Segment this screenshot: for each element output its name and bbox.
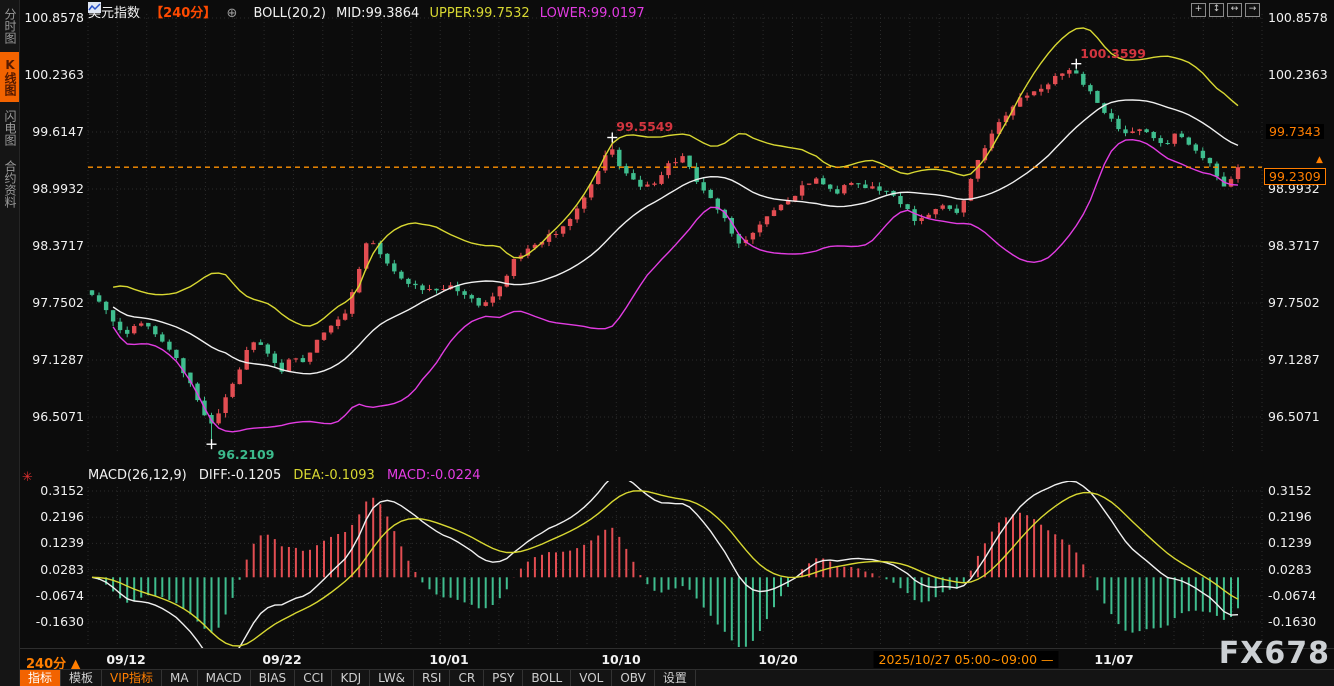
tab-8-LW&[interactable]: LW&	[370, 670, 414, 686]
indicator-tabbar: 指标模板VIP指标MAMACDBIASCCIKDJLW&RSICRPSYBOLL…	[20, 669, 1334, 686]
x-axis-date-label: 10/01	[429, 652, 468, 667]
sidebar-item-0[interactable]: 分时图	[0, 2, 19, 50]
macd-title: MACD(26,12,9)	[88, 468, 187, 483]
low-price-annotation: 96.2109	[218, 447, 275, 462]
x-axis-zoom-icon[interactable]: ↔	[1227, 3, 1242, 17]
crosshair-move-icon[interactable]: +	[1191, 3, 1206, 17]
price-axis-label-left: 98.9932	[20, 181, 84, 196]
macd-macd-value: MACD:-0.0224	[387, 468, 481, 483]
macd-axis-label-left: -0.0674	[20, 588, 84, 603]
price-up-arrow-icon: ▲	[1316, 155, 1323, 165]
tab-11-PSY[interactable]: PSY	[484, 670, 523, 686]
macd-axis-label-right: -0.1630	[1268, 614, 1334, 629]
add-indicator-icon[interactable]: ⊕	[226, 6, 237, 21]
sidebar-item-2[interactable]: 闪电图	[0, 104, 19, 152]
price-axis-label-right: 100.2363	[1268, 67, 1334, 82]
price-axis-label-right: 96.5071	[1268, 409, 1334, 424]
x-axis-date-label: 10/20	[758, 652, 797, 667]
x-axis-date-label: 09/22	[262, 652, 301, 667]
x-axis-highlight-label: 2025/10/27 05:00~09:00 —	[873, 651, 1058, 668]
y-axis-zoom-icon[interactable]: ↕	[1209, 3, 1224, 17]
tab-9-RSI[interactable]: RSI	[414, 670, 451, 686]
macd-axis-label-right: 0.0283	[1268, 562, 1334, 577]
tab-7-KDJ[interactable]: KDJ	[332, 670, 370, 686]
pan-latest-icon[interactable]: →	[1245, 3, 1260, 17]
macd-axis-label-left: 0.1239	[20, 535, 84, 550]
period-label: 【240分】	[150, 6, 216, 21]
tab-2-VIP指标[interactable]: VIP指标	[102, 670, 162, 686]
boll-mid-value: MID:99.3864	[336, 6, 419, 21]
boll-lower-value: LOWER:99.0197	[540, 6, 645, 21]
high-price-annotation: 100.3599	[1080, 46, 1146, 61]
chart-type-sidebar: 分时图 K线图闪电图合约资料	[0, 0, 20, 686]
macd-axis-label-left: 0.0283	[20, 562, 84, 577]
macd-axis-label-right: 0.2196	[1268, 509, 1334, 524]
macd-axis-label-left: -0.1630	[20, 614, 84, 629]
tab-14-OBV[interactable]: OBV	[612, 670, 655, 686]
x-axis-date-label: 10/10	[601, 652, 640, 667]
price-axis-label-left: 100.8578	[20, 10, 84, 25]
high-price-annotation: 99.5549	[616, 119, 673, 134]
charting-app: 分时图 K线图闪电图合约资料 美元指数 【240分】 ⊕ BOLL(20,2) M…	[0, 0, 1334, 686]
price-axis-label-left: 99.6147	[20, 124, 84, 139]
price-axis-label-right: 100.8578	[1268, 10, 1334, 25]
macd-axis-label-left: 0.3152	[20, 483, 84, 498]
current-price-tag: 99.2309	[1264, 168, 1326, 185]
macd-axis-label-right: -0.0674	[1268, 588, 1334, 603]
price-axis-label-left: 96.5071	[20, 409, 84, 424]
macd-axis-label-right: 0.1239	[1268, 535, 1334, 550]
sidebar-item-1[interactable]: K线图	[0, 52, 19, 102]
upper-band-price-tag: 99.7343	[1266, 124, 1324, 139]
tab-10-CR[interactable]: CR	[450, 670, 484, 686]
indicator-settings-icon[interactable]: ✳	[22, 470, 33, 485]
x-axis-date-label: 09/12	[106, 652, 145, 667]
tab-0-指标[interactable]: 指标	[20, 670, 61, 686]
tab-1-模板[interactable]: 模板	[61, 670, 102, 686]
price-axis-label-right: 97.1287	[1268, 352, 1334, 367]
macd-dea-value: DEA:-0.1093	[293, 468, 374, 483]
watermark: FX678	[1219, 636, 1330, 671]
tab-15-设置[interactable]: 设置	[655, 670, 696, 686]
chart-header: 美元指数 【240分】 ⊕ BOLL(20,2) MID:99.3864 UPP…	[88, 2, 651, 21]
macd-diff-value: DIFF:-0.1205	[199, 468, 281, 483]
tab-4-MACD[interactable]: MACD	[198, 670, 251, 686]
price-axis-label-right: 97.7502	[1268, 295, 1334, 310]
price-axis-label-left: 100.2363	[20, 67, 84, 82]
price-axis-label-left: 97.1287	[20, 352, 84, 367]
tab-3-MA[interactable]: MA	[162, 670, 198, 686]
price-axis-label-right: 98.3717	[1268, 238, 1334, 253]
chart-toolbar: +↕↔→	[1191, 3, 1260, 17]
tab-5-BIAS[interactable]: BIAS	[251, 670, 296, 686]
boll-label: BOLL(20,2)	[253, 6, 326, 21]
macd-axis-label-left: 0.2196	[20, 509, 84, 524]
tab-6-CCI[interactable]: CCI	[295, 670, 332, 686]
macd-header: MACD(26,12,9) DIFF:-0.1205 DEA:-0.1093 M…	[88, 468, 489, 483]
candlestick-chart[interactable]	[0, 0, 1334, 686]
tab-13-VOL[interactable]: VOL	[571, 670, 612, 686]
price-axis-label-left: 98.3717	[20, 238, 84, 253]
x-axis-date-label: 11/07	[1094, 652, 1133, 667]
sidebar-item-3[interactable]: 合约资料	[0, 154, 19, 214]
boll-upper-value: UPPER:99.7532	[429, 6, 529, 21]
price-axis-label-left: 97.7502	[20, 295, 84, 310]
macd-axis-label-right: 0.3152	[1268, 483, 1334, 498]
tab-12-BOLL[interactable]: BOLL	[523, 670, 571, 686]
